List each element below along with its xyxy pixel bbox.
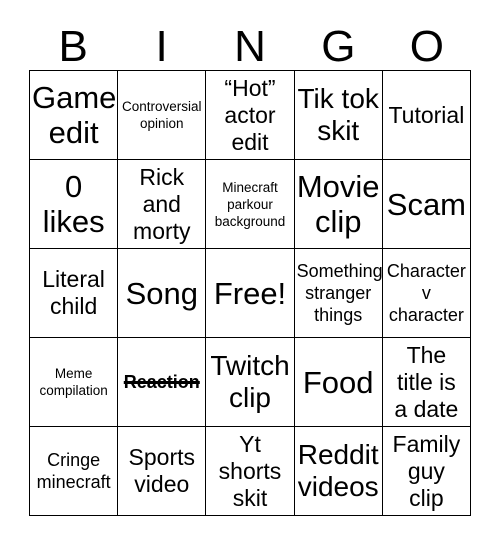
bingo-square[interactable]: Yt shorts skit	[206, 427, 295, 516]
bingo-square-label: Meme compilation	[39, 366, 108, 398]
bingo-square[interactable]: Controversial opinion	[118, 71, 207, 160]
bingo-header-letter-b: B	[58, 22, 88, 71]
bingo-square[interactable]: The title is a date	[382, 338, 471, 427]
bingo-square[interactable]: Song	[118, 249, 207, 338]
bingo-header-letter-i: I	[155, 22, 168, 71]
bingo-header: B I N G O	[29, 14, 471, 70]
bingo-square-label: Sports video	[128, 444, 196, 497]
bingo-square[interactable]: 0 likes	[30, 160, 119, 249]
bingo-square[interactable]: Literal child	[30, 249, 119, 338]
bingo-square-label: Game edit	[32, 80, 117, 150]
bingo-square-label: Food	[302, 364, 374, 400]
bingo-square[interactable]: Twitch clip	[206, 338, 295, 427]
bingo-square-label: Something stranger things	[296, 261, 383, 325]
bingo-square[interactable]: Meme compilation	[30, 338, 119, 427]
bingo-square-label: “Hot” actor edit	[224, 74, 276, 155]
bingo-square[interactable]: Sports video	[118, 427, 207, 516]
bingo-square-label: Twitch clip	[210, 350, 290, 413]
bingo-square-label: Character v character	[386, 261, 466, 325]
bingo-square-label: Literal child	[42, 266, 105, 319]
bingo-square[interactable]: Rick and morty	[118, 160, 207, 249]
bingo-square[interactable]: Family guy clip	[382, 427, 471, 516]
bingo-square[interactable]: Food	[294, 338, 383, 427]
bingo-square-label: Controversial opinion	[122, 99, 202, 131]
bingo-square[interactable]: Reaction	[118, 338, 207, 427]
bingo-square-label: Song	[125, 275, 198, 311]
bingo-square-label: The title is a date	[394, 341, 459, 422]
bingo-square[interactable]: Movie clip	[294, 160, 383, 249]
bingo-header-letter-o: O	[409, 22, 444, 71]
bingo-square[interactable]: Free!	[206, 249, 295, 338]
bingo-header-letter-g: G	[321, 22, 356, 71]
bingo-square-label: Cringe minecraft	[36, 450, 111, 492]
bingo-square-label: Tutorial	[388, 101, 465, 128]
bingo-square[interactable]: Game edit	[30, 71, 119, 160]
bingo-square-label: Yt shorts skit	[218, 430, 282, 511]
bingo-square[interactable]: Character v character	[382, 249, 471, 338]
bingo-square[interactable]: “Hot” actor edit	[206, 71, 295, 160]
bingo-square[interactable]: Cringe minecraft	[30, 427, 119, 516]
bingo-header-letter-n: N	[234, 22, 266, 71]
bingo-square-label: Minecraft parkour background	[214, 179, 286, 229]
bingo-square-label: Family guy clip	[392, 430, 461, 511]
bingo-square[interactable]: Minecraft parkour background	[206, 160, 295, 249]
bingo-square[interactable]: Reddit videos	[294, 427, 383, 516]
bingo-square-label: Rick and morty	[133, 163, 191, 244]
bingo-card: B I N G O Game edit Controversial opinion…	[29, 14, 471, 516]
bingo-square-label: Movie clip	[296, 169, 380, 239]
bingo-square-label: Reaction	[123, 372, 200, 392]
bingo-square-label: Scam	[386, 186, 467, 222]
bingo-square[interactable]: Tik tok skit	[294, 71, 383, 160]
bingo-square-label: 0 likes	[42, 169, 105, 239]
bingo-square[interactable]: Scam	[382, 160, 471, 249]
bingo-grid: Game edit Controversial opinion “Hot” acto…	[29, 70, 471, 516]
bingo-square-label: Tik tok skit	[297, 83, 379, 146]
bingo-square[interactable]: Tutorial	[382, 71, 471, 160]
bingo-square[interactable]: Something stranger things	[294, 249, 383, 338]
bingo-square-label: Free!	[213, 275, 287, 311]
bingo-square-label: Reddit videos	[297, 439, 379, 502]
